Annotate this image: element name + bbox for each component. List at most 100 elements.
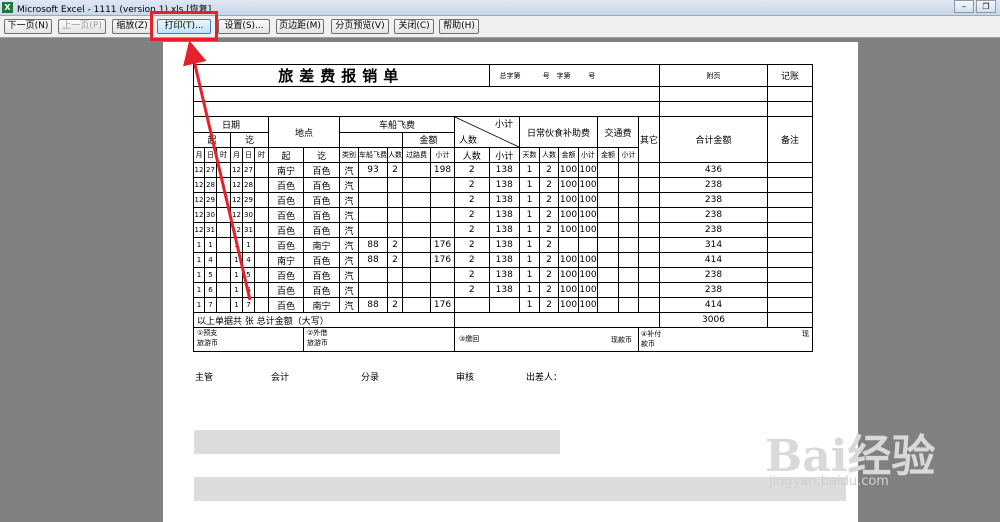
minimize-icon[interactable]: – — [954, 0, 974, 13]
table-cell: 2 — [454, 282, 490, 298]
signature-entry: 分录 — [361, 373, 380, 383]
table-cell — [618, 282, 639, 298]
table-cell — [558, 237, 579, 253]
table-cell — [254, 222, 269, 238]
table-cell — [488, 297, 521, 313]
svg-text:小计: 小计 — [495, 118, 513, 130]
table-cell: 1 — [193, 297, 205, 313]
table-cell: 汽 — [339, 162, 359, 178]
table-cell — [767, 192, 813, 208]
table-cell: 88 — [358, 237, 388, 253]
table-cell: 100 — [558, 282, 579, 298]
close-button[interactable]: 关闭(C) — [394, 19, 434, 34]
table-cell: 12 — [230, 207, 243, 223]
table-cell: 100 — [578, 282, 598, 298]
setup-button[interactable]: 设置(S)... — [218, 19, 270, 34]
table-cell: 176 — [430, 297, 455, 313]
table-cell — [254, 207, 269, 223]
page-break-preview-button[interactable]: 分页预览(V) — [331, 19, 389, 34]
header-start: 起 — [193, 131, 231, 148]
table-cell: 138 — [488, 237, 521, 253]
table-cell — [597, 177, 619, 193]
table-cell — [430, 192, 455, 208]
table-cell: 7 — [204, 297, 217, 313]
supplement-cell: ④补付 款币现 — [638, 327, 813, 352]
table-cell: 12 — [230, 192, 243, 208]
table-cell: 2 — [387, 162, 403, 178]
table-row: 1 1 1 1 百色 南宁汽 88 2 176 2 138 1 2 314 — [193, 237, 813, 253]
table-cell — [402, 177, 431, 193]
table-cell — [597, 162, 619, 178]
table-cell: 1 — [519, 222, 540, 238]
header-other: 其它 — [638, 116, 660, 163]
table-cell: 238 — [659, 207, 768, 223]
table-cell: 南宁 — [303, 237, 340, 253]
table-row: 12 27 12 27 南宁 百色汽 93 2 198 2 138 1 2 100 100 436 — [193, 162, 813, 178]
table-cell — [402, 267, 431, 283]
table-cell — [767, 222, 813, 238]
table-cell — [638, 177, 660, 193]
table-cell: 138 — [488, 192, 521, 208]
table-cell: 88 — [358, 297, 388, 313]
table-cell: 100 — [578, 162, 598, 178]
table-cell: 100 — [558, 162, 579, 178]
table-cell: 27 — [242, 162, 255, 178]
table-cell: 1 — [193, 267, 205, 283]
watermark-url: jingyan.baidu.com — [769, 474, 889, 489]
table-cell: 2 — [539, 162, 559, 178]
expense-form-table: 旅差费报销单 总字第 号 字第 号 附页 记账 日期 地点 车船飞费 小计 人数 … — [193, 64, 813, 352]
table-cell: 138 — [488, 207, 521, 223]
table-row: 1 6 1 6 百色 百色汽 2 138 1 2 100 100 238 — [193, 282, 813, 298]
table-cell: 南宁 — [303, 297, 340, 313]
table-cell — [254, 192, 269, 208]
table-cell: 百色 — [268, 267, 304, 283]
table-cell — [254, 162, 269, 178]
previous-page-button[interactable]: 上一页(P) — [58, 19, 106, 34]
table-row: 12 31 12 31 百色 百色汽 2 138 1 2 100 100 238 — [193, 222, 813, 238]
table-cell: 4 — [242, 252, 255, 268]
table-cell: 176 — [430, 252, 455, 268]
table-cell: 100 — [578, 267, 598, 283]
table-cell — [254, 177, 269, 193]
table-cell: 6 — [204, 282, 217, 298]
table-cell — [618, 162, 639, 178]
table-cell: 汽 — [339, 282, 359, 298]
table-cell: 汽 — [339, 192, 359, 208]
restore-icon[interactable]: ❐ — [976, 0, 996, 13]
table-cell: 1 — [230, 297, 243, 313]
margins-button[interactable]: 页边距(M) — [276, 19, 324, 34]
table-cell: 31 — [242, 222, 255, 238]
table-cell: 414 — [659, 297, 768, 313]
table-cell — [767, 162, 813, 178]
zoom-button[interactable]: 缩放(Z) — [112, 19, 152, 34]
table-cell: 12 — [230, 222, 243, 238]
table-cell: 百色 — [268, 192, 304, 208]
table-cell: 1 — [519, 282, 540, 298]
table-cell: 汽 — [339, 252, 359, 268]
table-cell: 2 — [539, 192, 559, 208]
table-cell: 12 — [193, 207, 205, 223]
table-cell: 100 — [558, 297, 579, 313]
table-row: 1 4 1 4 南宁 百色汽 88 2 176 2 138 1 2 100 100 414 — [193, 252, 813, 268]
table-cell: 2 — [539, 297, 559, 313]
table-cell — [430, 222, 455, 238]
table-cell: 238 — [659, 267, 768, 283]
table-cell — [216, 252, 231, 268]
table-cell: 百色 — [303, 177, 340, 193]
next-page-button[interactable]: 下一页(N) — [4, 19, 52, 34]
table-cell: 138 — [488, 222, 521, 238]
table-cell: 314 — [659, 237, 768, 253]
table-cell — [254, 237, 269, 253]
table-cell — [402, 162, 431, 178]
table-cell: 1 — [519, 237, 540, 253]
header-people-subtotal: 小计 人数 — [454, 116, 520, 148]
table-cell — [618, 222, 639, 238]
table-cell: 100 — [558, 207, 579, 223]
table-cell: 138 — [488, 162, 521, 178]
table-cell: 2 — [387, 297, 403, 313]
table-cell: 2 — [539, 207, 559, 223]
table-cell: 2 — [539, 222, 559, 238]
table-cell — [216, 207, 231, 223]
table-cell — [430, 207, 455, 223]
help-button[interactable]: 帮助(H) — [439, 19, 479, 34]
